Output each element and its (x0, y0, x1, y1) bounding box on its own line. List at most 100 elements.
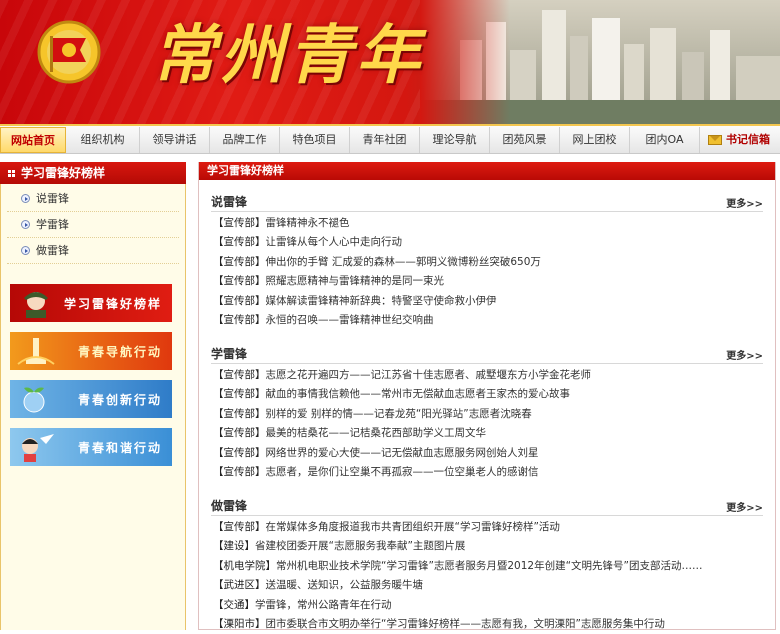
news-source: 【机电学院】 (213, 559, 276, 572)
nav-internal-oa[interactable]: 团内OA (630, 126, 700, 153)
news-title: 别样的爱 别样的情——记春龙苑“阳光驿站”志愿者沈晓春 (265, 407, 532, 420)
news-source: 【宣传部】 (213, 275, 266, 288)
promo-banner-youth-innovation[interactable]: 青春创新行动 (10, 380, 172, 418)
list-item[interactable]: 【宣传部】网络世界的爱心大使——记无偿献血志愿服务网创始人刘星 (211, 444, 763, 463)
list-item[interactable]: 【宣传部】在常媒体多角度报道我市共青团组织开展“学习雷锋好榜样”活动 (211, 518, 763, 537)
main-header: 学习雷锋好榜样 (199, 162, 775, 180)
list-item[interactable]: 【宣传部】永恒的召唤——雷锋精神世纪交响曲 (211, 311, 763, 330)
banner-title: 常州青年 (152, 18, 424, 93)
sidebar-item-label: 做雷锋 (36, 243, 69, 257)
nav-secretary-mailbox[interactable]: 书记信箱 (700, 127, 778, 153)
nav-theory-guide[interactable]: 理论导航 (420, 126, 490, 153)
news-list: 【宣传部】在常媒体多角度报道我市共青团组织开展“学习雷锋好榜样”活动 【建设】省… (211, 518, 763, 634)
sidebar-item-label: 说雷锋 (36, 191, 69, 205)
sidebar: 学习雷锋好榜样 说雷锋 学雷锋 做雷锋 学习雷锋好榜样 青春导航行动 青春创新行… (0, 162, 186, 630)
news-source: 【宣传部】 (213, 446, 266, 459)
list-item[interactable]: 【宣传部】别样的爱 别样的情——记春龙苑“阳光驿站”志愿者沈晓春 (211, 405, 763, 424)
news-title: 网络世界的爱心大使——记无偿献血志愿服务网创始人刘星 (265, 446, 539, 459)
more-link[interactable]: 更多>> (726, 195, 763, 210)
nav-league-scenery[interactable]: 团苑风景 (490, 126, 560, 153)
news-title: 伸出你的手臂 汇成爱的森林——郭明义微博粉丝突破650万 (265, 255, 541, 268)
news-title: 让雷锋从每个人心中走向行动 (265, 236, 403, 249)
news-list: 【宣传部】雷锋精神永不褪色 【宣传部】让雷锋从每个人心中走向行动 【宣传部】伸出… (211, 214, 763, 330)
sidebar-item-talk-leifeng[interactable]: 说雷锋 (7, 186, 179, 212)
list-item[interactable]: 【宣传部】最美的桔桑花——记桔桑花西部助学义工周文华 (211, 424, 763, 443)
section-be-leifeng: 做雷锋 更多>> 【宣传部】在常媒体多角度报道我市共青团组织开展“学习雷锋好榜样… (211, 498, 763, 634)
news-title: 团市委联合市文明办举行“学习雷锋好榜样——志愿有我，文明溧阳”志愿服务集中行动 (265, 617, 665, 630)
monument-icon (17, 338, 55, 365)
sidebar-item-be-leifeng[interactable]: 做雷锋 (7, 238, 179, 264)
news-source: 【交通】 (213, 598, 255, 611)
more-link[interactable]: 更多>> (726, 347, 763, 362)
section-header: 说雷锋 更多>> (211, 194, 763, 212)
news-title: 送温暖、送知识，公益服务暖牛塘 (265, 579, 424, 592)
news-title: 雷锋精神永不褪色 (265, 217, 350, 229)
list-item[interactable]: 【宣传部】志愿之花开遍四方——记江苏省十佳志愿者、戚墅堰东方小学金花老师 (211, 366, 763, 385)
promo-banner-learn-leifeng[interactable]: 学习雷锋好榜样 (10, 284, 172, 322)
news-source: 【宣传部】 (213, 236, 266, 249)
sidebar-item-label: 学雷锋 (36, 217, 69, 231)
main-content: 学习雷锋好榜样 说雷锋 更多>> 【宣传部】雷锋精神永不褪色 【宣传部】让雷锋从… (198, 162, 776, 630)
news-list: 【宣传部】志愿之花开遍四方——记江苏省十佳志愿者、戚墅堰东方小学金花老师 【宣传… (211, 366, 763, 482)
site-banner: 常州青年 (0, 0, 780, 124)
list-item[interactable]: 【交通】学雷锋，常州公路青年在行动 (211, 596, 763, 615)
arrow-circle-icon (21, 246, 30, 255)
news-title: 省建校团委开展“志愿服务我奉献”主题图片展 (255, 540, 466, 553)
news-source: 【宣传部】 (213, 369, 266, 381)
list-item[interactable]: 【宣传部】献血的事情我信赖他——常州市无偿献血志愿者王家杰的爱心故事 (211, 385, 763, 404)
news-title: 媒体解读雷锋精神新辞典：特警坚守使命救小伊伊 (265, 294, 497, 307)
nav-home[interactable]: 网站首页 (0, 126, 66, 153)
list-item[interactable]: 【宣传部】让雷锋从每个人心中走向行动 (211, 233, 763, 252)
list-item[interactable]: 【武进区】送温暖、送知识，公益服务暖牛塘 (211, 576, 763, 595)
news-title: 最美的桔桑花——记桔桑花西部助学义工周文华 (265, 427, 487, 440)
nav-youth-groups[interactable]: 青年社团 (350, 126, 420, 153)
envelope-icon (708, 134, 722, 145)
news-source: 【宣传部】 (213, 427, 266, 440)
list-item[interactable]: 【机电学院】常州机电职业技术学院“学习雷锋”志愿者服务月暨2012年创建“文明先… (211, 557, 763, 576)
nav-featured-projects[interactable]: 特色项目 (280, 126, 350, 153)
news-source: 【溧阳市】 (213, 617, 266, 630)
promo-label: 青春导航行动 (77, 344, 162, 359)
list-item[interactable]: 【宣传部】志愿者，是你们让空巢不再孤寂——一位空巢老人的感谢信 (211, 463, 763, 482)
nav-organization[interactable]: 组织机构 (66, 126, 140, 153)
list-item[interactable]: 【宣传部】雷锋精神永不褪色 (211, 214, 763, 233)
section-title: 学雷锋 (211, 347, 248, 361)
section-talk-leifeng: 说雷锋 更多>> 【宣传部】雷锋精神永不褪色 【宣传部】让雷锋从每个人心中走向行… (211, 194, 763, 330)
promo-label: 青春和谐行动 (77, 440, 162, 455)
news-source: 【宣传部】 (213, 521, 266, 533)
news-source: 【建设】 (213, 540, 255, 553)
promo-label: 青春创新行动 (77, 392, 162, 407)
news-title: 常州机电职业技术学院“学习雷锋”志愿者服务月暨2012年创建“文明先锋号”团支部… (276, 559, 703, 572)
list-item[interactable]: 【建设】省建校团委开展“志愿服务我奉献”主题图片展 (211, 537, 763, 556)
nav-online-school[interactable]: 网上团校 (560, 126, 630, 153)
news-title: 永恒的召唤——雷锋精神世纪交响曲 (265, 313, 434, 326)
section-learn-leifeng: 学雷锋 更多>> 【宣传部】志愿之花开遍四方——记江苏省十佳志愿者、戚墅堰东方小… (211, 346, 763, 482)
list-item[interactable]: 【宣传部】媒体解读雷锋精神新辞典：特警坚守使命救小伊伊 (211, 292, 763, 311)
sidebar-header: 学习雷锋好榜样 (0, 162, 186, 184)
list-item[interactable]: 【宣传部】照耀志愿精神与雷锋精神的是同一束光 (211, 272, 763, 291)
news-source: 【武进区】 (213, 579, 266, 592)
news-source: 【宣传部】 (213, 217, 266, 229)
main-nav: 网站首页 组织机构 领导讲话 品牌工作 特色项目 青年社团 理论导航 团苑风景 … (0, 124, 780, 154)
section-header: 做雷锋 更多>> (211, 498, 763, 516)
list-item[interactable]: 【宣传部】伸出你的手臂 汇成爱的森林——郭明义微博粉丝突破650万 (211, 253, 763, 272)
nav-brand-work[interactable]: 品牌工作 (210, 126, 280, 153)
section-header: 学雷锋 更多>> (211, 346, 763, 364)
child-paper-plane-icon (22, 434, 54, 462)
news-source: 【宣传部】 (213, 255, 266, 268)
nav-secretary-mailbox-label: 书记信箱 (726, 132, 770, 146)
youth-league-emblem (37, 20, 101, 84)
promo-banner-youth-guidance[interactable]: 青春导航行动 (10, 332, 172, 370)
news-title: 学雷锋，常州公路青年在行动 (255, 598, 392, 611)
nav-leader-speeches[interactable]: 领导讲话 (140, 126, 210, 153)
list-item[interactable]: 【溧阳市】团市委联合市文明办举行“学习雷锋好榜样——志愿有我，文明溧阳”志愿服务… (211, 615, 763, 634)
news-source: 【宣传部】 (213, 407, 266, 420)
city-skyline-image (420, 0, 780, 124)
news-title: 志愿者，是你们让空巢不再孤寂——一位空巢老人的感谢信 (265, 465, 539, 478)
news-source: 【宣传部】 (213, 388, 266, 401)
news-title: 志愿之花开遍四方——记江苏省十佳志愿者、戚墅堰东方小学金花老师 (265, 369, 592, 381)
news-title: 在常媒体多角度报道我市共青团组织开展“学习雷锋好榜样”活动 (265, 521, 560, 533)
promo-banner-youth-harmony[interactable]: 青春和谐行动 (10, 428, 172, 466)
sidebar-item-learn-leifeng[interactable]: 学雷锋 (7, 212, 179, 238)
more-link[interactable]: 更多>> (726, 499, 763, 514)
